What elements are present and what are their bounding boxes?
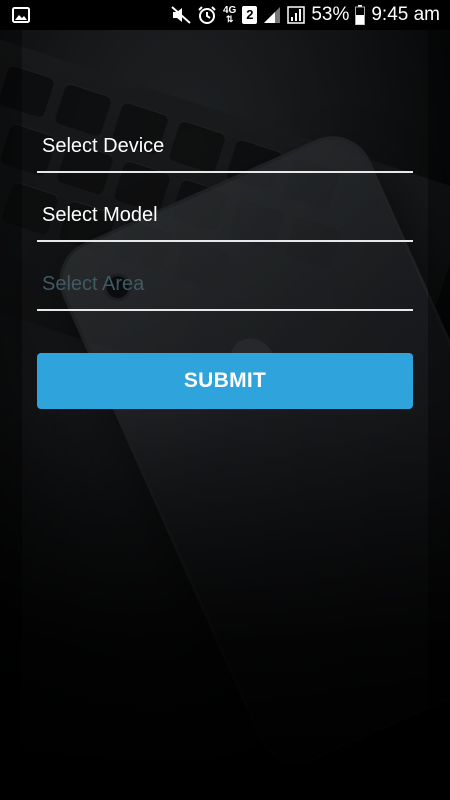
image-icon <box>12 7 30 23</box>
select-device-field[interactable]: Select Device <box>37 118 413 173</box>
select-model-field[interactable]: Select Model <box>37 187 413 242</box>
network-4g-icon: 4G ⇅ <box>222 5 237 24</box>
app-screen: 4G ⇅ 2 53% 9:45 am Select Device Select … <box>0 0 450 800</box>
clock: 9:45 am <box>371 4 440 25</box>
submit-button[interactable]: SUBMIT <box>37 353 413 409</box>
select-area-field[interactable]: Select Area <box>37 256 413 311</box>
status-bar: 4G ⇅ 2 53% 9:45 am <box>0 0 450 30</box>
selection-form: Select Device Select Model Select Area S… <box>37 118 413 409</box>
battery-percent: 53% <box>311 4 350 25</box>
sim-icon: 2 <box>242 6 258 24</box>
battery-icon <box>355 5 366 25</box>
mute-icon <box>171 6 191 24</box>
signal-icon <box>263 6 281 24</box>
signal-icon-2 <box>287 6 306 24</box>
alarm-icon <box>197 5 217 25</box>
